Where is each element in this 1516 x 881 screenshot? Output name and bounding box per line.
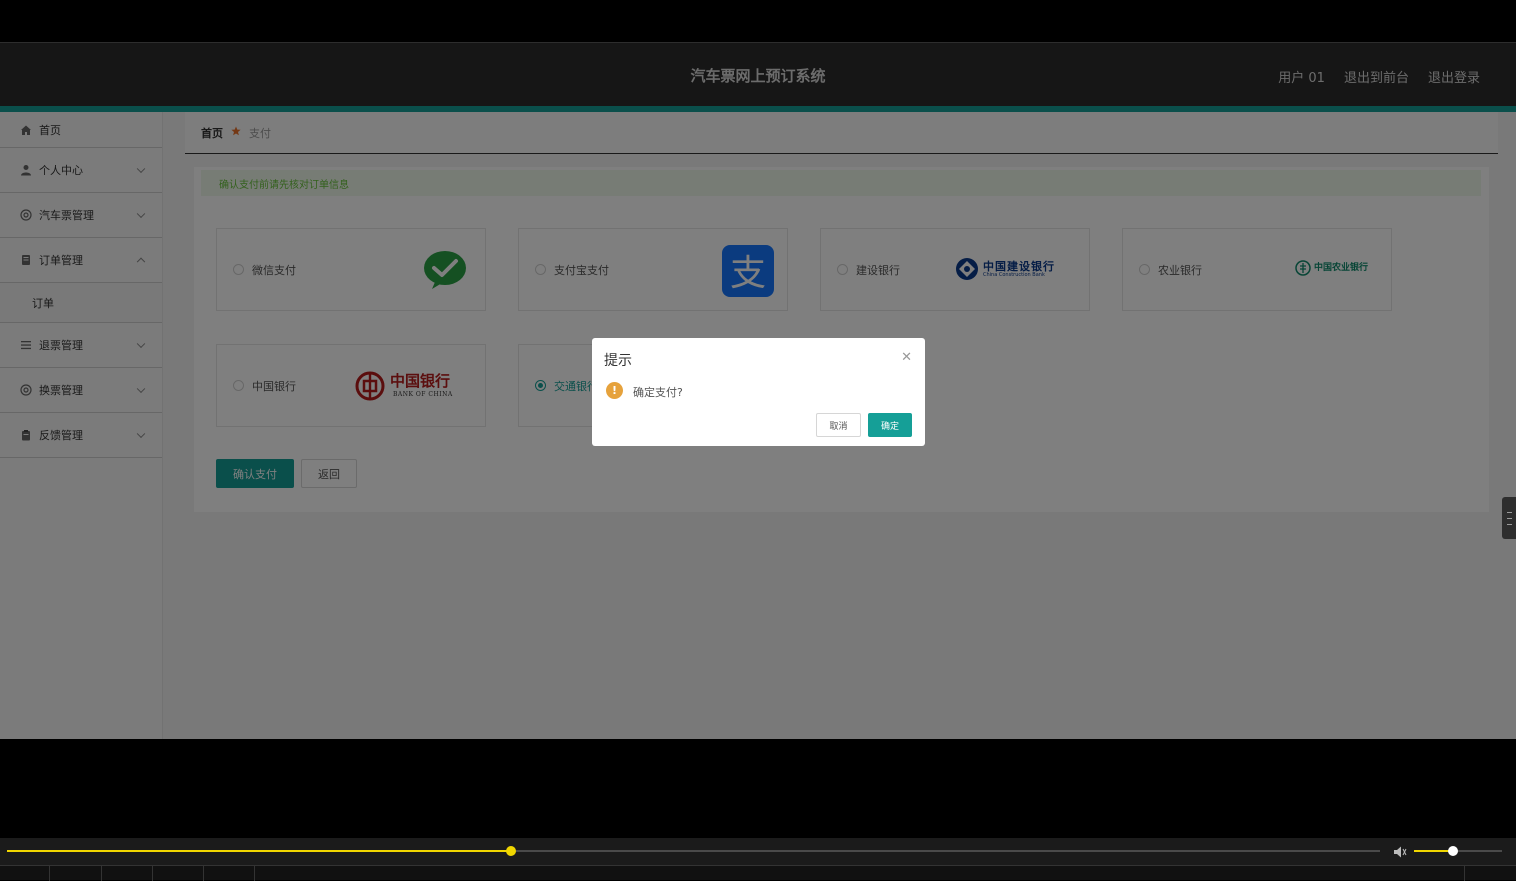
dialog-title: 提示 [604, 353, 632, 369]
confirm-dialog: 提示 ✕ ! 确定支付? 取消 确定 [592, 338, 925, 446]
volume-fill [1414, 850, 1453, 852]
volume-handle[interactable] [1447, 846, 1458, 856]
seek-progress-fill [7, 850, 511, 852]
app-viewport: 汽车票网上预订系统 用户 01 退出到前台 退出登录 首页 个人中心 汽车票管理 [0, 42, 1516, 739]
volume-slider[interactable] [1414, 846, 1502, 856]
side-drawer-handle[interactable] [1502, 497, 1516, 539]
dialog-ok-button[interactable]: 确定 [868, 413, 912, 437]
seek-bar[interactable] [7, 846, 1380, 856]
close-icon[interactable]: ✕ [901, 350, 912, 365]
warning-icon: ! [606, 382, 623, 399]
chapter-segments [0, 865, 1516, 881]
video-player-controls [0, 838, 1516, 881]
seek-handle[interactable] [505, 846, 516, 856]
volume-icon[interactable] [1393, 844, 1407, 858]
dialog-message: 确定支付? [633, 386, 683, 399]
dialog-cancel-button[interactable]: 取消 [816, 413, 861, 437]
